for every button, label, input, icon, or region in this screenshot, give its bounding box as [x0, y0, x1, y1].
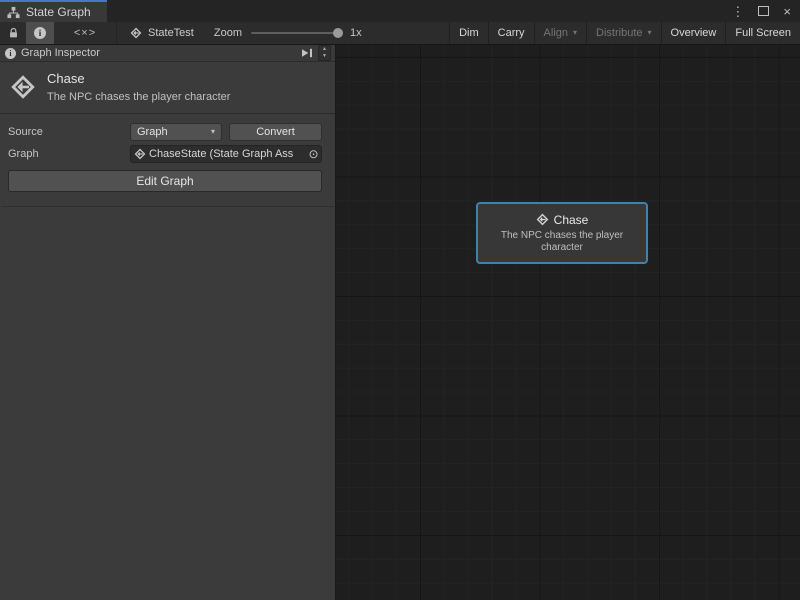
breadcrumb[interactable]: StateTest [117, 22, 208, 44]
inspector-divider [1, 206, 334, 207]
breadcrumb-label: StateTest [148, 27, 194, 39]
zoom-control: Zoom 1x [208, 22, 368, 44]
lock-icon [8, 27, 19, 39]
state-summary: Chase The NPC chases the player characte… [0, 62, 335, 114]
window-controls: ⋮ × [731, 0, 791, 22]
graph-canvas[interactable]: Chase The NPC chases the player characte… [336, 45, 800, 600]
scrub-up-icon[interactable]: ▲ [319, 46, 330, 53]
convert-button[interactable]: Convert [229, 123, 322, 141]
inspector-body: Source Graph ▾ Convert Graph [0, 114, 335, 207]
state-graph-window: State Graph ⋮ × <×> [0, 0, 800, 600]
source-row: Source Graph ▾ Convert [8, 123, 322, 141]
align-button: Align ▾ [534, 22, 586, 44]
chevron-down-icon: ▾ [648, 29, 652, 37]
state-graph-icon [10, 74, 36, 100]
dock-panel-icon[interactable] [301, 48, 313, 58]
info-icon [5, 48, 16, 59]
graph-inspector-panel: Graph Inspector ▲ ▼ [0, 45, 336, 600]
state-node-chase[interactable]: Chase The NPC chases the player characte… [476, 202, 648, 264]
graph-inspector-header: Graph Inspector ▲ ▼ [0, 45, 335, 62]
node-title-row: Chase [536, 213, 589, 227]
edit-graph-button[interactable]: Edit Graph [8, 170, 322, 192]
inspector-header-controls: ▲ ▼ [301, 45, 331, 61]
panel-scrubber: ▲ ▼ [318, 45, 331, 61]
full-screen-button[interactable]: Full Screen [725, 22, 800, 44]
object-picker-icon[interactable]: ⊙ [306, 148, 321, 160]
toolbar-spacer [368, 22, 449, 44]
state-graph-icon [130, 27, 142, 39]
inspector-toggle-button[interactable] [26, 22, 54, 44]
window-titlebar: State Graph ⋮ × [0, 0, 800, 22]
graph-row: Graph ChaseState (State Graph Ass ⊙ [8, 145, 322, 163]
graph-object-field[interactable]: ChaseState (State Graph Ass ⊙ [130, 145, 322, 163]
tab-label: State Graph [26, 5, 91, 19]
distribute-button: Distribute ▾ [586, 22, 660, 44]
node-title: Chase [554, 213, 589, 227]
code-view-button[interactable]: <×> [54, 22, 117, 44]
state-graph-icon [134, 148, 146, 160]
zoom-slider-handle[interactable] [333, 28, 343, 38]
dim-button[interactable]: Dim [449, 22, 488, 44]
zoom-label: Zoom [214, 27, 242, 39]
maximize-icon[interactable] [758, 6, 769, 16]
state-title: Chase [47, 71, 230, 86]
state-description: The NPC chases the player character [47, 91, 230, 104]
node-description: The NPC chases the player character [484, 230, 640, 254]
source-dropdown-value: Graph [137, 126, 168, 138]
inspector-header-title: Graph Inspector [21, 47, 100, 59]
window-menu-icon[interactable]: ⋮ [731, 5, 744, 18]
graph-object-value: ChaseState (State Graph Ass [149, 148, 303, 160]
chevron-down-icon: ▾ [211, 128, 215, 136]
lock-button[interactable] [0, 22, 26, 44]
carry-button[interactable]: Carry [488, 22, 534, 44]
state-graph-icon [536, 213, 549, 226]
chevron-down-icon: ▾ [573, 29, 577, 37]
scrub-down-icon[interactable]: ▼ [319, 53, 330, 60]
graph-label: Graph [8, 148, 130, 160]
source-dropdown[interactable]: Graph ▾ [130, 123, 222, 141]
zoom-value: 1x [350, 27, 362, 39]
tab-state-graph[interactable]: State Graph [0, 0, 107, 22]
graph-toolbar: <×> StateTest Zoom 1x Dim Carry Align ▾ [0, 22, 800, 45]
source-label: Source [8, 126, 130, 138]
overview-button[interactable]: Overview [661, 22, 726, 44]
zoom-slider[interactable] [251, 32, 341, 34]
close-icon[interactable]: × [783, 5, 791, 18]
graph-hierarchy-icon [7, 6, 20, 19]
info-icon [34, 27, 46, 39]
